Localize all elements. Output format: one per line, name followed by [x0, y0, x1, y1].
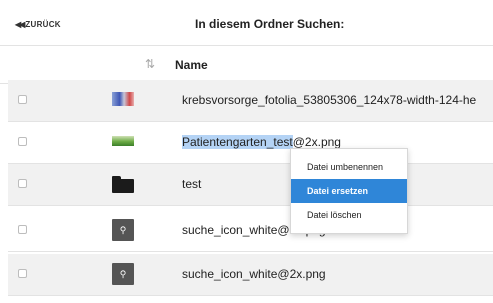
search-icon: ⚲	[112, 219, 134, 241]
sort-arrows-icon[interactable]: ⇅	[145, 57, 155, 71]
file-name[interactable]: Patientengarten_test@2x.png	[182, 135, 341, 149]
row-checkbox[interactable]	[18, 137, 27, 146]
table-row[interactable]: test	[8, 164, 493, 206]
menu-item-rename[interactable]: Datei umbenennen	[291, 155, 407, 179]
back-button[interactable]: ◀◀ ZURÜCK	[15, 20, 61, 29]
image-thumbnail	[112, 136, 134, 146]
double-chevron-left-icon: ◀◀	[15, 20, 25, 29]
row-checkbox[interactable]	[18, 95, 27, 104]
file-browser: ◀◀ ZURÜCK In diesem Ordner Suchen: ⇅ Nam…	[0, 0, 493, 303]
top-bar: ◀◀ ZURÜCK In diesem Ordner Suchen:	[0, 0, 493, 46]
context-menu: Datei umbenennen Datei ersetzen Datei lö…	[290, 148, 408, 234]
file-name[interactable]: krebsvorsorge_fotolia_53805306_124x78-wi…	[182, 93, 476, 107]
column-header-name[interactable]: Name	[175, 58, 208, 72]
row-checkbox[interactable]	[18, 179, 27, 188]
table-header: ⇅ Name	[0, 46, 493, 84]
file-name-rest: @2x.png	[292, 135, 341, 149]
menu-item-replace[interactable]: Datei ersetzen	[291, 179, 407, 203]
table-row[interactable]: krebsvorsorge_fotolia_53805306_124x78-wi…	[8, 80, 493, 122]
selected-text: Patientengarten_test	[182, 135, 293, 149]
table-row[interactable]: Patientengarten_test@2x.png	[8, 122, 493, 164]
file-name[interactable]: suche_icon_white@2x.png	[182, 267, 326, 281]
menu-item-delete[interactable]: Datei löschen	[291, 203, 407, 227]
table-row[interactable]: ⚲ suche_icon_white@2x.png	[8, 254, 493, 296]
row-checkbox[interactable]	[18, 269, 27, 278]
search-icon: ⚲	[112, 263, 134, 285]
file-name[interactable]: test	[182, 177, 201, 191]
table-row[interactable]: ⚲ suche_icon_white@1x.png	[8, 210, 493, 252]
back-label: ZURÜCK	[25, 20, 61, 29]
search-title: In diesem Ordner Suchen:	[195, 17, 345, 31]
image-thumbnail	[112, 92, 134, 106]
row-checkbox[interactable]	[18, 225, 27, 234]
folder-icon	[112, 176, 134, 193]
